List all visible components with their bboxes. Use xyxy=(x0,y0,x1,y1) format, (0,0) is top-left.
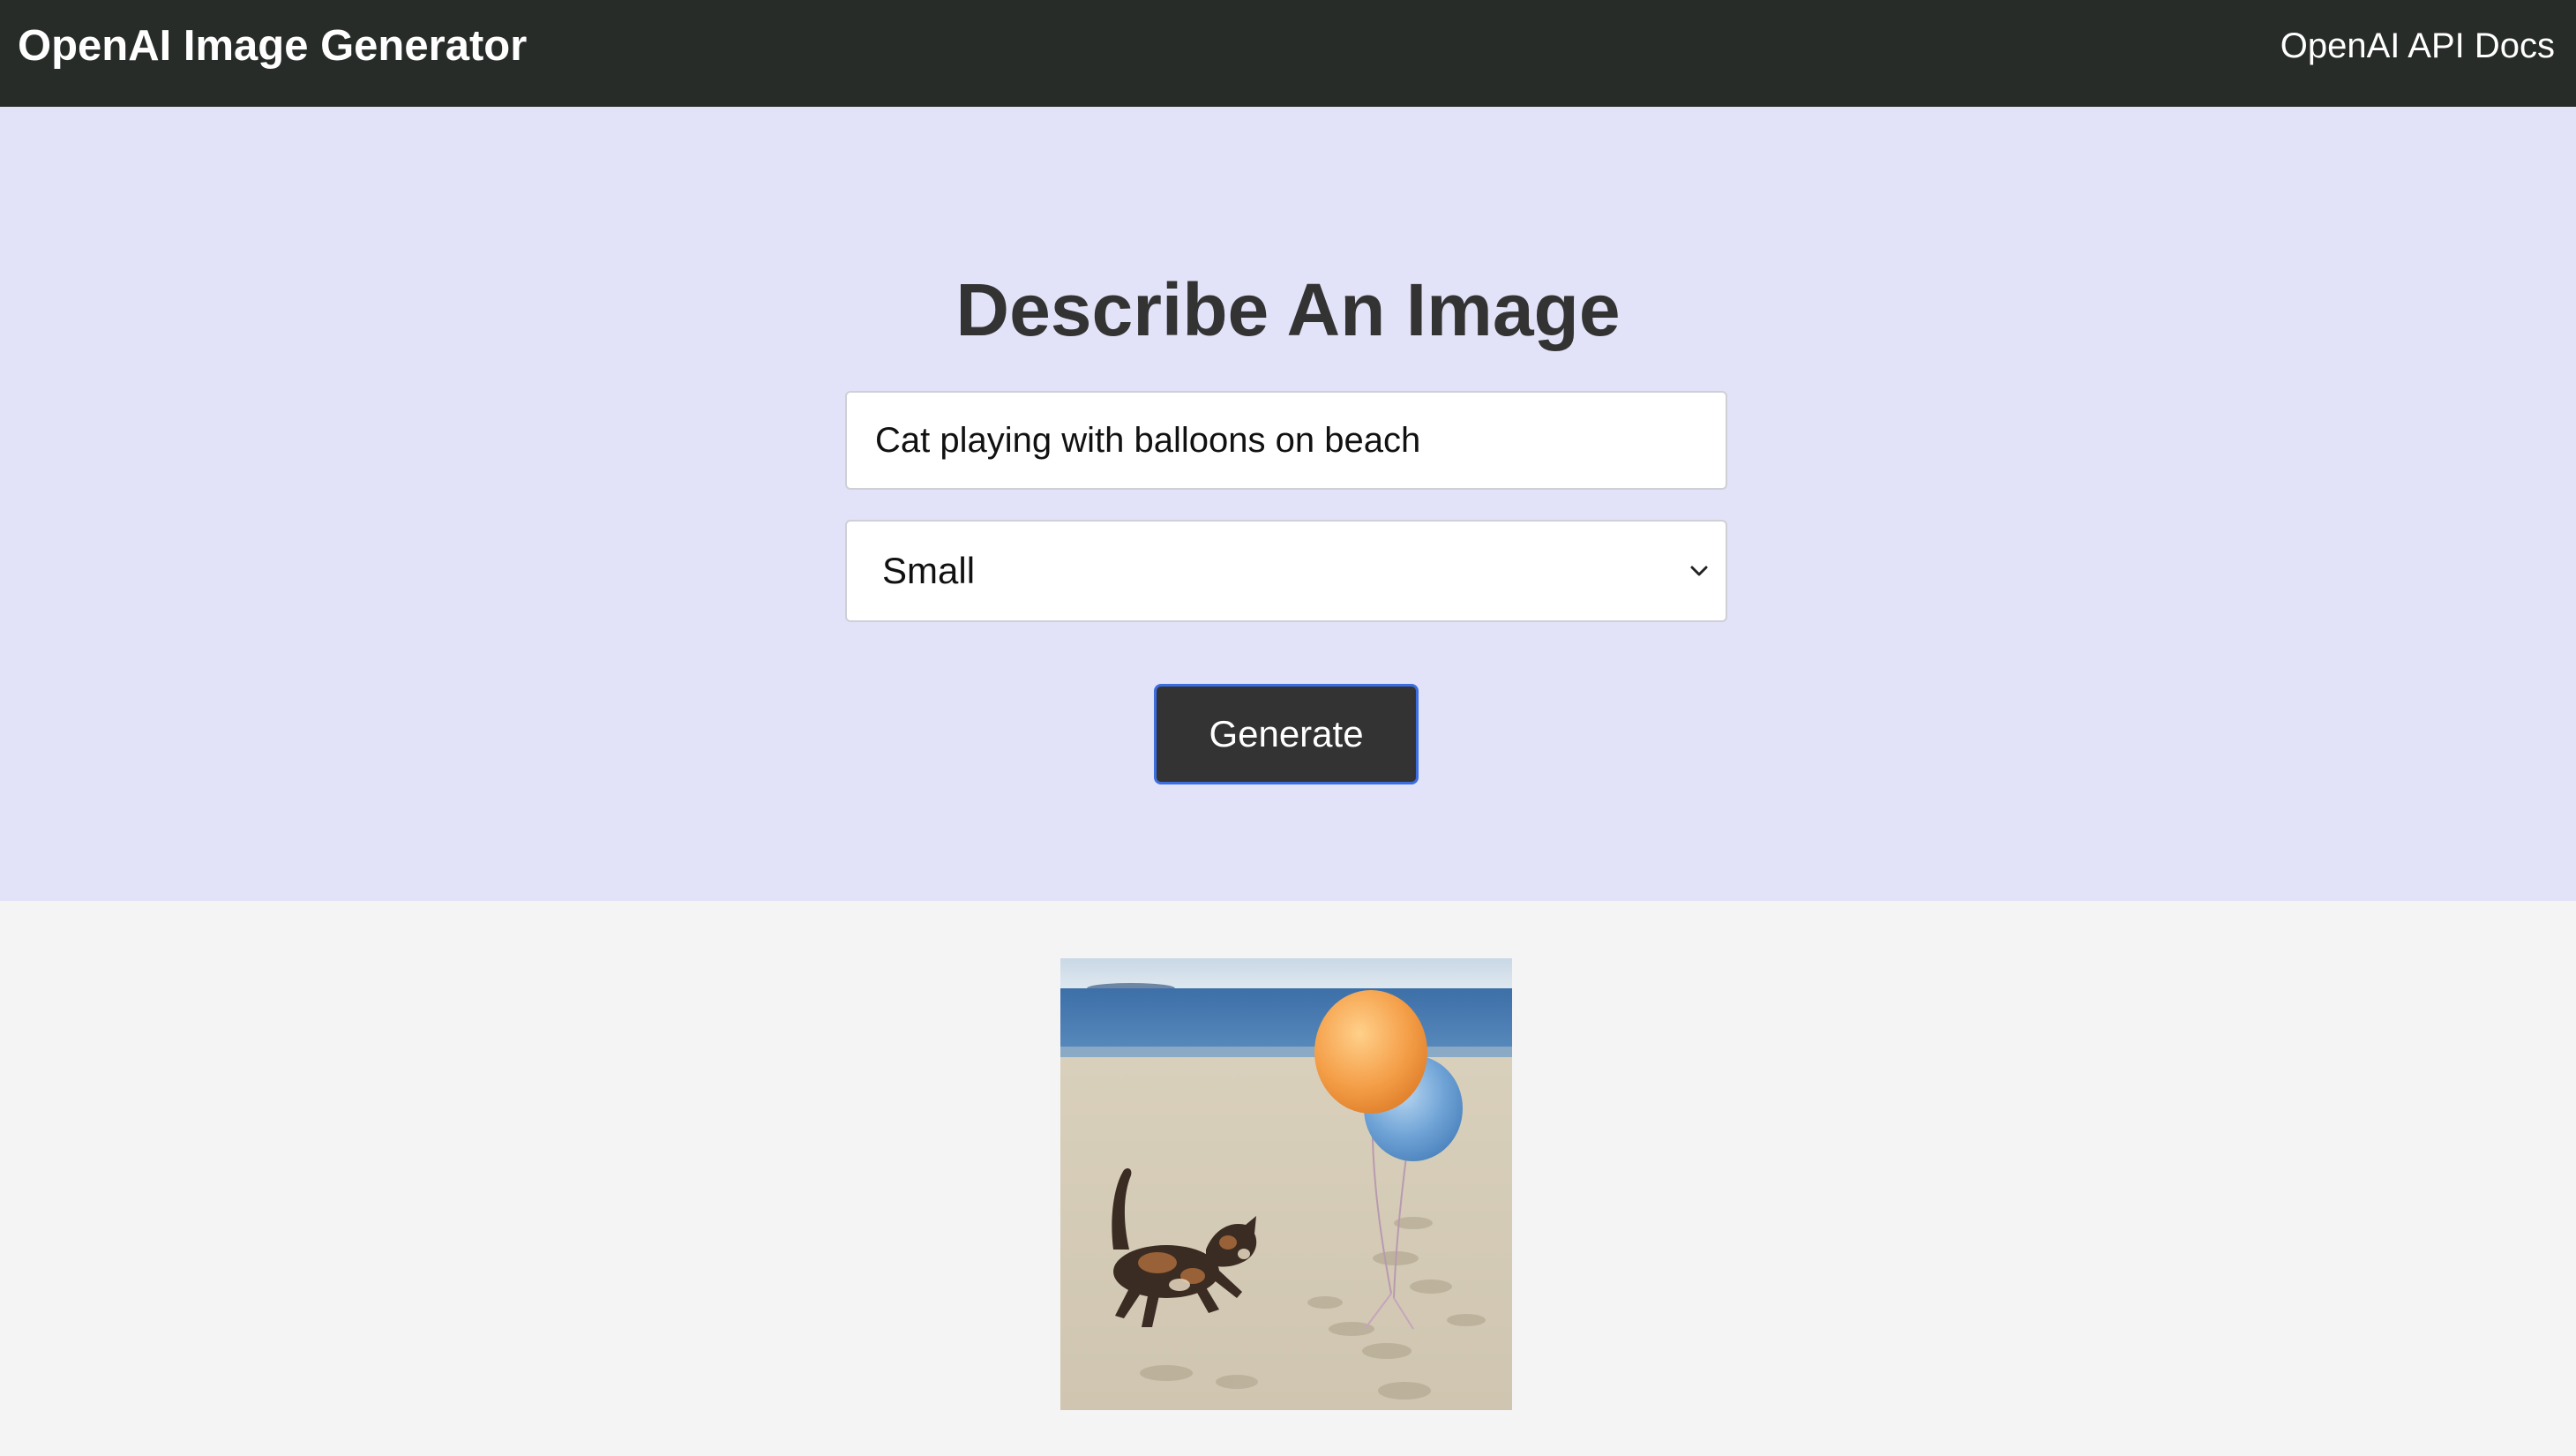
chevron-down-icon xyxy=(1681,553,1717,589)
size-select-value: Small xyxy=(882,550,976,591)
page-title: Describe An Image xyxy=(955,268,1621,351)
prompt-form-section: Describe An Image Small Generate xyxy=(0,107,2576,901)
generate-button[interactable]: Generate xyxy=(1154,684,1419,784)
navbar: OpenAI Image Generator OpenAI API Docs xyxy=(0,0,2576,107)
generated-image xyxy=(1060,958,1512,1410)
app-title: OpenAI Image Generator xyxy=(18,22,528,70)
api-docs-link[interactable]: OpenAI API Docs xyxy=(2280,21,2555,71)
prompt-input[interactable] xyxy=(845,391,1727,490)
size-select[interactable]: Small xyxy=(845,520,1727,622)
